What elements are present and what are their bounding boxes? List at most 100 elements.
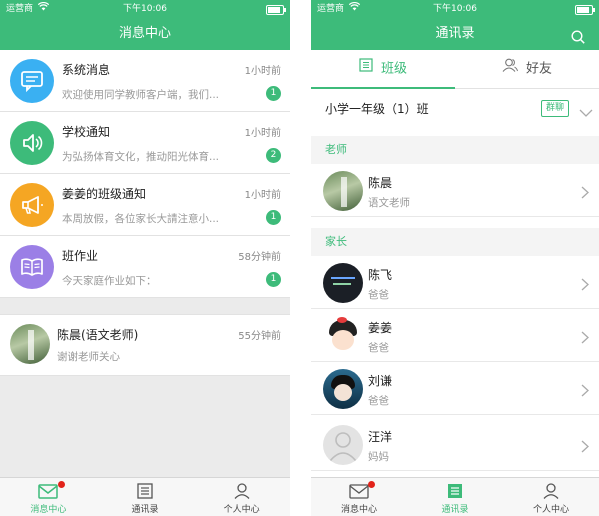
contact-item-parent[interactable]: 刘谦 爸爸 bbox=[311, 364, 599, 415]
message-time: 58分钟前 bbox=[238, 252, 281, 263]
section-header-parents: 家长 bbox=[311, 228, 599, 256]
chevron-right-icon bbox=[581, 382, 589, 401]
contact-item-parent[interactable]: 汪洋 妈妈 bbox=[311, 420, 599, 471]
person-icon bbox=[541, 483, 561, 499]
message-item-class-notice[interactable]: 姜姜的班级通知 1小时前 本周放假，各位家长大請注意小... 1 bbox=[0, 174, 290, 236]
tab-label: 个人中心 bbox=[223, 505, 260, 515]
envelope-icon bbox=[349, 483, 369, 499]
contact-item-parent[interactable]: 陈飞 爸爸 bbox=[311, 258, 599, 309]
person-icon bbox=[232, 483, 252, 499]
chevron-down-icon[interactable] bbox=[579, 103, 593, 122]
message-preview: 为弘扬体育文化，推动阳光体育... bbox=[62, 151, 220, 163]
tab-contacts[interactable]: 通讯录 bbox=[97, 478, 194, 516]
message-list: 系统消息 1小时前 欢迎使用同学教师客户端，我们... 1 学校通知 1小时前 … bbox=[0, 50, 290, 376]
class-list-icon bbox=[359, 50, 373, 88]
tab-contacts[interactable]: 通讯录 bbox=[407, 478, 503, 516]
message-title: 班作业 bbox=[62, 249, 99, 263]
tab-label: 通讯录 bbox=[131, 505, 159, 515]
chevron-right-icon bbox=[581, 438, 589, 457]
chat-name: 陈晨(语文老师) bbox=[57, 328, 139, 342]
message-title: 姜姜的班级通知 bbox=[62, 187, 147, 201]
clock: 下午10:06 bbox=[123, 4, 167, 14]
avatar bbox=[323, 369, 363, 409]
contact-name: 姜姜 bbox=[368, 321, 393, 335]
chat-time: 55分钟前 bbox=[238, 331, 281, 342]
contact-role: 爸爸 bbox=[368, 342, 389, 354]
status-bar: 运营商 下午10:06 bbox=[0, 0, 290, 18]
nav-bar: 消息中心 bbox=[0, 18, 290, 50]
clock: 下午10:06 bbox=[433, 4, 477, 14]
chat-preview: 谢谢老师关心 bbox=[57, 351, 120, 363]
message-time: 1小时前 bbox=[244, 66, 281, 77]
status-bar: 运营商 下午10:06 bbox=[311, 0, 599, 18]
contact-role: 爸爸 bbox=[368, 289, 389, 301]
section-header-teachers: 老师 bbox=[311, 136, 599, 164]
contact-item-parent[interactable]: 姜姜 爸爸 bbox=[311, 311, 599, 362]
chat-bubble-icon bbox=[10, 59, 54, 103]
segmented-control: 班级 好友 bbox=[311, 50, 599, 89]
message-preview: 本周放假，各位家长大請注意小... bbox=[62, 213, 220, 225]
tab-message-center[interactable]: 消息中心 bbox=[311, 478, 407, 516]
page-title: 通讯录 bbox=[435, 26, 475, 41]
unread-badge: 1 bbox=[266, 86, 281, 101]
tab-friends[interactable]: 好友 bbox=[455, 50, 599, 88]
contact-role: 妈妈 bbox=[368, 451, 389, 463]
page-title: 消息中心 bbox=[118, 26, 171, 41]
tab-class-label: 班级 bbox=[380, 61, 407, 77]
tab-bar: 消息中心 通讯录 个人中心 bbox=[311, 477, 599, 516]
message-item-system[interactable]: 系统消息 1小时前 欢迎使用同学教师客户端，我们... 1 bbox=[0, 50, 290, 112]
message-title: 学校通知 bbox=[62, 125, 111, 139]
unread-badge: 1 bbox=[266, 272, 281, 287]
notification-dot bbox=[58, 481, 65, 488]
book-icon bbox=[10, 245, 54, 289]
contacts-list-icon bbox=[135, 483, 155, 499]
tab-label: 消息中心 bbox=[340, 505, 377, 515]
contacts-list-icon bbox=[445, 483, 465, 499]
contact-role: 爸爸 bbox=[368, 395, 389, 407]
tab-class[interactable]: 班级 bbox=[311, 50, 455, 88]
message-item-homework[interactable]: 班作业 58分钟前 今天家庭作业如下： 1 bbox=[0, 236, 290, 298]
message-center-screen: 运营商 下午10:06 消息中心 系统消息 1小时前 欢迎使用同学教师客户端，我… bbox=[0, 0, 290, 516]
contact-name: 陈晨 bbox=[368, 176, 393, 190]
section-gap bbox=[0, 298, 290, 314]
chevron-right-icon bbox=[581, 276, 589, 295]
avatar bbox=[323, 316, 363, 356]
chat-item-teacher[interactable]: 陈晨(语文老师) 55分钟前 谢谢老师关心 bbox=[0, 314, 290, 376]
message-preview: 欢迎使用同学教师客户端，我们... bbox=[62, 89, 220, 101]
avatar bbox=[10, 324, 50, 364]
unread-badge: 2 bbox=[266, 148, 281, 163]
group-chat-button[interactable]: 群聊 bbox=[540, 100, 569, 117]
nav-bar: 通讯录 bbox=[311, 18, 599, 50]
contact-name: 陈飞 bbox=[368, 268, 393, 282]
tab-label: 消息中心 bbox=[30, 505, 67, 515]
friends-icon bbox=[502, 50, 518, 88]
tab-bar: 消息中心 通讯录 个人中心 bbox=[0, 477, 290, 516]
search-icon[interactable] bbox=[571, 25, 585, 44]
class-name: 小学一年级（1）班 bbox=[325, 102, 429, 116]
tab-message-center[interactable]: 消息中心 bbox=[0, 478, 97, 516]
class-row[interactable]: 小学一年级（1）班 群聊 bbox=[311, 89, 599, 127]
avatar bbox=[323, 263, 363, 303]
message-item-school-notice[interactable]: 学校通知 1小时前 为弘扬体育文化，推动阳光体育... 2 bbox=[0, 112, 290, 174]
message-time: 1小时前 bbox=[244, 190, 281, 201]
unread-badge: 1 bbox=[266, 210, 281, 225]
tab-label: 个人中心 bbox=[532, 505, 569, 515]
speaker-icon bbox=[10, 121, 54, 165]
tab-label: 通讯录 bbox=[441, 505, 469, 515]
message-preview: 今天家庭作业如下： bbox=[62, 275, 157, 287]
tab-friends-label: 好友 bbox=[525, 61, 552, 77]
tab-profile[interactable]: 个人中心 bbox=[193, 478, 290, 516]
default-avatar-icon bbox=[323, 425, 363, 465]
contact-item-teacher[interactable]: 陈晨 语文老师 bbox=[311, 166, 599, 217]
tab-profile[interactable]: 个人中心 bbox=[503, 478, 599, 516]
contact-name: 汪洋 bbox=[368, 430, 393, 444]
battery-icon bbox=[266, 5, 286, 15]
envelope-icon bbox=[38, 483, 59, 499]
message-time: 1小时前 bbox=[244, 128, 281, 139]
contacts-screen: 运营商 下午10:06 通讯录 班级 好友 小学一年级（1）班 群聊 老师 陈晨… bbox=[311, 0, 599, 516]
chevron-right-icon bbox=[581, 329, 589, 348]
avatar bbox=[323, 171, 363, 211]
megaphone-icon bbox=[10, 183, 54, 227]
notification-dot bbox=[368, 481, 375, 488]
contact-name: 刘谦 bbox=[368, 374, 393, 388]
